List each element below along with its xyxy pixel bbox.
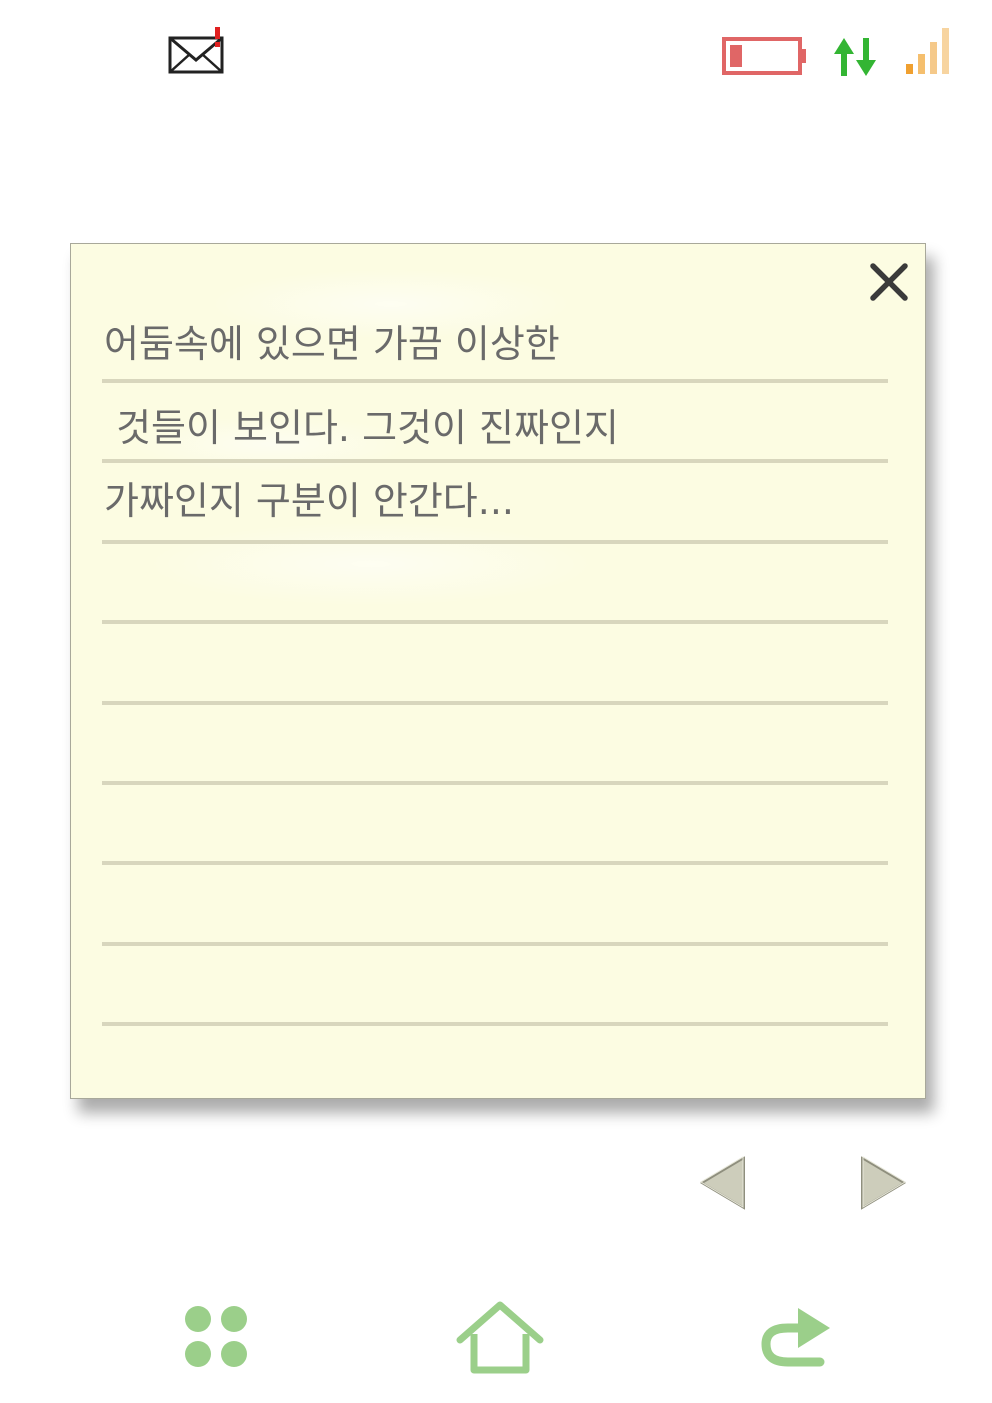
signal-strength-icon bbox=[906, 28, 949, 74]
triangle-right-icon[interactable] bbox=[860, 1156, 908, 1210]
back-arrow-icon[interactable] bbox=[758, 1302, 834, 1372]
triangle-left-icon[interactable] bbox=[698, 1156, 746, 1210]
mail-notification-icon[interactable] bbox=[166, 26, 228, 78]
note-rule-line bbox=[102, 701, 888, 705]
status-bar bbox=[0, 0, 992, 110]
battery-low-icon bbox=[722, 37, 806, 75]
note-rule-line bbox=[102, 781, 888, 785]
note-rule-line bbox=[102, 459, 888, 463]
note-rule-line bbox=[102, 379, 888, 383]
note-text-line: 것들이 보인다. 그것이 진짜인지 bbox=[104, 406, 619, 450]
note-rule-line bbox=[102, 620, 888, 624]
note-text-line: 가짜인지 구분이 안간다... bbox=[104, 479, 514, 523]
home-icon[interactable] bbox=[454, 1300, 546, 1376]
note-paper-texture bbox=[71, 244, 925, 1098]
note-rule-line bbox=[102, 942, 888, 946]
data-transfer-icon bbox=[834, 38, 876, 76]
sticky-note: 어둠속에 있으면 가끔 이상한 것들이 보인다. 그것이 진짜인지 가짜인지 구… bbox=[70, 243, 926, 1099]
note-rule-line bbox=[102, 540, 888, 544]
note-rule-line bbox=[102, 861, 888, 865]
note-text-line: 어둠속에 있으면 가끔 이상한 bbox=[104, 322, 560, 366]
note-rule-line bbox=[102, 1022, 888, 1026]
apps-grid-icon[interactable] bbox=[180, 1302, 252, 1372]
close-x-icon[interactable] bbox=[865, 258, 913, 306]
